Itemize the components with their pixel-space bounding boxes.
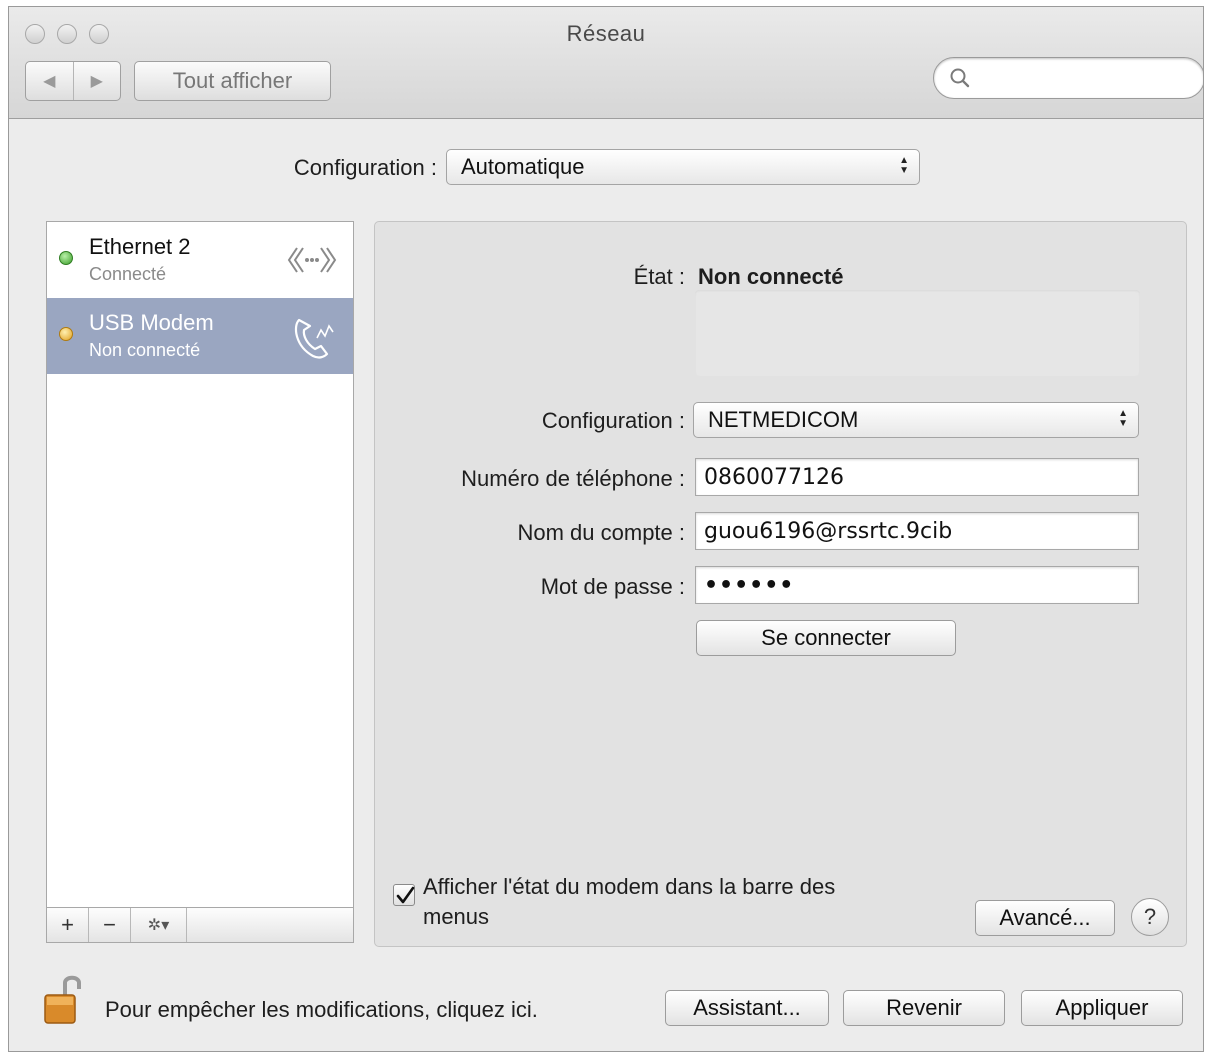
password-field[interactable]: •••••• [695, 566, 1139, 604]
state-value: Non connecté [698, 264, 844, 289]
show-modem-status-label-line2: menus [423, 904, 490, 929]
show-modem-status-label-line1: Afficher l'état du modem dans la barre d… [423, 874, 836, 899]
show-modem-status-checkbox[interactable] [393, 884, 415, 906]
service-name: Ethernet 2 [89, 234, 191, 259]
checkmark-icon [396, 886, 415, 904]
navigation-segment: ◀ ▶ [25, 61, 121, 101]
service-name: USB Modem [89, 310, 214, 335]
location-popup[interactable]: Automatique ▲ ▼ [446, 149, 920, 185]
gear-menu-button[interactable]: ✲▾ [131, 908, 187, 942]
phone-number-field[interactable]: 0860077126 [695, 458, 1139, 496]
modem-config-value: NETMEDICOM [708, 407, 859, 432]
network-preferences-window: Réseau ◀ ▶ Tout afficher Configuration :… [8, 6, 1204, 1052]
modem-phone-icon [291, 316, 337, 365]
advanced-button[interactable]: Avancé... [975, 900, 1115, 936]
lock-message[interactable]: Pour empêcher les modifications, cliquez… [105, 997, 538, 1023]
apply-button[interactable]: Appliquer [1021, 990, 1183, 1026]
modem-config-popup[interactable]: NETMEDICOM ▲ ▼ [693, 402, 1139, 438]
help-button[interactable]: ? [1131, 898, 1169, 936]
ethernet-icon [287, 240, 337, 285]
popup-arrows-icon: ▲ ▼ [899, 155, 909, 176]
show-all-button[interactable]: Tout afficher [134, 61, 331, 101]
status-dot-icon [59, 327, 73, 341]
service-item-ethernet-2[interactable]: Ethernet 2 Connecté [47, 222, 353, 298]
status-area [695, 290, 1140, 376]
popup-arrows-icon: ▲ ▼ [1118, 408, 1128, 429]
connect-button[interactable]: Se connecter [696, 620, 956, 656]
location-label: Configuration : [293, 155, 437, 180]
remove-service-button[interactable]: − [89, 908, 131, 942]
service-status: Connecté [89, 264, 167, 284]
account-label: Nom du compte : [517, 520, 685, 545]
revert-button[interactable]: Revenir [843, 990, 1005, 1026]
status-dot-icon [59, 251, 73, 265]
location-value: Automatique [461, 154, 585, 179]
service-list-toolbar: + − ✲▾ [46, 907, 354, 943]
state-label: État : [633, 264, 685, 289]
service-detail-pane: État : Non connecté Configuration : NETM… [374, 221, 1187, 947]
account-name-field[interactable]: guou6196@rssrtc.9cib [695, 512, 1139, 550]
password-label: Mot de passe : [540, 574, 685, 599]
search-field[interactable] [933, 57, 1203, 99]
add-service-button[interactable]: + [47, 908, 89, 942]
search-icon [948, 66, 972, 95]
service-list: Ethernet 2 Connecté USB Modem Non connec… [46, 221, 354, 909]
service-status: Non connecté [89, 340, 201, 360]
phone-label: Numéro de téléphone : [461, 466, 685, 491]
service-item-usb-modem[interactable]: USB Modem Non connecté [47, 298, 353, 374]
back-arrow-icon[interactable]: ◀ [26, 62, 74, 100]
forward-arrow-icon[interactable]: ▶ [74, 62, 121, 100]
window-title: Réseau [566, 21, 646, 46]
title-bar: Réseau ◀ ▶ Tout afficher [9, 7, 1203, 119]
lock-icon[interactable] [43, 973, 83, 1030]
assistant-button[interactable]: Assistant... [665, 990, 829, 1026]
modem-config-label: Configuration : [541, 408, 685, 433]
